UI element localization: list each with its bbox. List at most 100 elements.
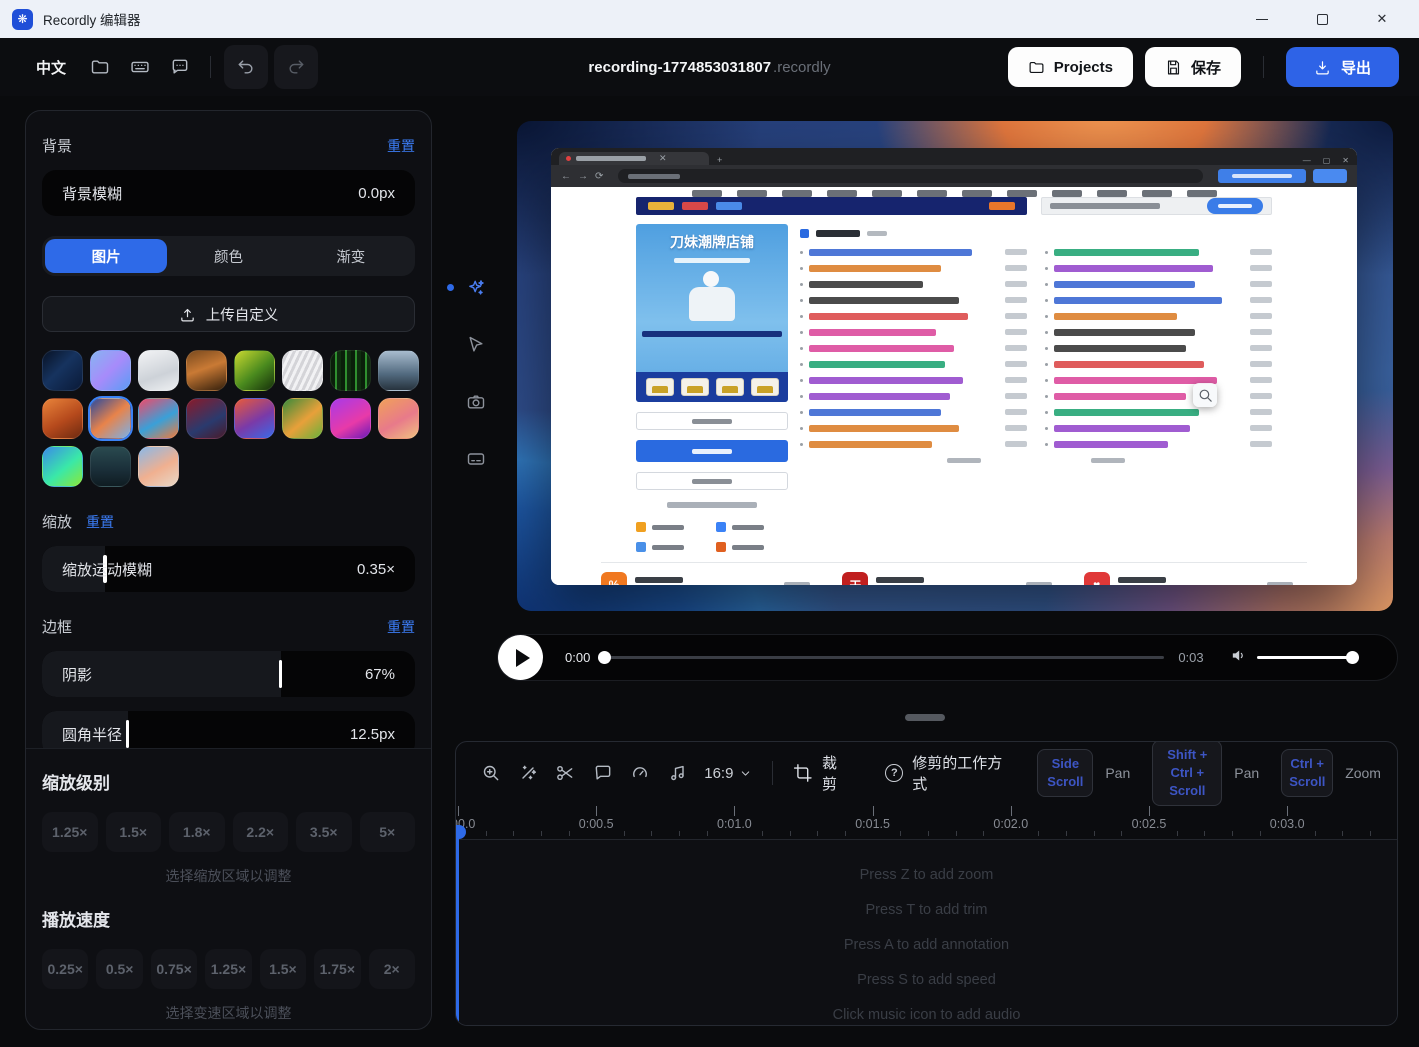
software-list-item[interactable] [1045, 376, 1272, 384]
timeline-zoom-in-icon[interactable] [472, 754, 509, 792]
software-list-item[interactable] [800, 328, 1027, 336]
background-thumbnail-14[interactable] [282, 398, 323, 439]
nav-link-placeholder[interactable] [1142, 190, 1172, 197]
background-thumbnail-11[interactable] [138, 398, 179, 439]
background-thumbnail-12[interactable] [186, 398, 227, 439]
upload-custom-button[interactable]: 上传自定义 [42, 296, 415, 332]
nav-link-placeholder[interactable] [1187, 190, 1217, 197]
tab-color[interactable]: 颜色 [167, 239, 289, 273]
cursor-tool[interactable] [464, 333, 488, 357]
software-list-item[interactable] [1045, 264, 1272, 272]
speed-0.25x[interactable]: 0.25× [42, 949, 88, 989]
zoom-reset-link[interactable]: 重置 [86, 512, 114, 532]
software-list-item[interactable] [1045, 408, 1272, 416]
zoom-level-1.8x[interactable]: 1.8× [169, 812, 225, 852]
volume-knob[interactable] [1346, 651, 1359, 664]
nav-link-placeholder[interactable] [917, 190, 947, 197]
minimize-button[interactable] [1249, 6, 1275, 32]
software-list-item[interactable] [1045, 296, 1272, 304]
software-list-item[interactable] [800, 408, 1027, 416]
background-thumbnail-6[interactable] [282, 350, 323, 391]
software-list-item[interactable] [1045, 360, 1272, 368]
background-thumbnail-19[interactable] [138, 446, 179, 487]
speed-0.5x[interactable]: 0.5× [96, 949, 142, 989]
open-folder-icon[interactable] [80, 47, 120, 87]
timeline-track[interactable]: Press Z to add zoomPress T to add trimPr… [456, 840, 1397, 1026]
background-thumbnail-10[interactable] [90, 398, 131, 439]
maximize-button[interactable] [1309, 6, 1335, 32]
nav-link-placeholder[interactable] [872, 190, 902, 197]
seek-knob[interactable] [598, 651, 611, 664]
play-button[interactable] [498, 635, 543, 680]
software-list-item[interactable] [1045, 248, 1272, 256]
tab-gradient[interactable]: 渐变 [290, 239, 412, 273]
software-list-item[interactable] [800, 424, 1027, 432]
software-list-item[interactable] [1045, 280, 1272, 288]
background-thumbnail-8[interactable] [378, 350, 419, 391]
feedback-chat-icon[interactable] [160, 47, 200, 87]
magic-wand-icon[interactable] [509, 754, 546, 792]
zoom-level-1.5x[interactable]: 1.5× [106, 812, 162, 852]
timeline-ruler[interactable]: 0:00.00:00.50:01.00:01.50:02.00:02.50:03… [456, 804, 1397, 840]
undo-button[interactable] [224, 45, 268, 89]
software-list-item[interactable] [800, 264, 1027, 272]
speed-1.25x[interactable]: 1.25× [205, 949, 251, 989]
annotation-icon[interactable] [584, 754, 621, 792]
background-thumbnail-13[interactable] [234, 398, 275, 439]
redo-button[interactable] [274, 45, 318, 89]
software-list-item[interactable] [800, 376, 1027, 384]
software-list-item[interactable] [1045, 344, 1272, 352]
background-thumbnail-16[interactable] [378, 398, 419, 439]
nav-link-placeholder[interactable] [1007, 190, 1037, 197]
software-list-item[interactable] [800, 344, 1027, 352]
software-list-item[interactable] [800, 312, 1027, 320]
border-reset-link[interactable]: 重置 [387, 617, 415, 637]
crop-button[interactable]: 裁剪 [793, 752, 851, 794]
speed-gauge-icon[interactable] [622, 754, 659, 792]
playhead[interactable] [456, 826, 459, 1023]
shadow-slider[interactable]: 阴影 67% [42, 651, 415, 697]
nav-link-placeholder[interactable] [782, 190, 812, 197]
nav-link-placeholder[interactable] [737, 190, 767, 197]
speed-2x[interactable]: 2× [369, 949, 415, 989]
keyboard-icon[interactable] [120, 47, 160, 87]
background-thumbnail-4[interactable] [186, 350, 227, 391]
software-list-item[interactable] [1045, 440, 1272, 448]
aspect-ratio-select[interactable]: 16:9 [704, 765, 752, 782]
background-thumbnail-1[interactable] [42, 350, 83, 391]
background-thumbnail-7[interactable] [330, 350, 371, 391]
nav-link-placeholder[interactable] [827, 190, 857, 197]
zoom-level-2.2x[interactable]: 2.2× [233, 812, 289, 852]
background-thumbnail-15[interactable] [330, 398, 371, 439]
software-list-item[interactable] [800, 296, 1027, 304]
background-thumbnail-3[interactable] [138, 350, 179, 391]
seek-slider[interactable] [598, 651, 1164, 664]
trim-help-button[interactable]: ? 修剪的工作方式 [885, 752, 1015, 794]
video-preview-canvas[interactable]: ✕ + — ▢ ✕ ← → ⟳ [517, 121, 1393, 611]
background-thumbnail-9[interactable] [42, 398, 83, 439]
zoom-level-3.5x[interactable]: 3.5× [296, 812, 352, 852]
background-thumbnail-17[interactable] [42, 446, 83, 487]
music-icon[interactable] [659, 754, 696, 792]
panel-drag-handle[interactable] [905, 714, 945, 721]
volume-icon[interactable] [1230, 647, 1247, 669]
speed-1.75x[interactable]: 1.75× [314, 949, 360, 989]
software-list-item[interactable] [800, 440, 1027, 448]
nav-link-placeholder[interactable] [962, 190, 992, 197]
cut-scissors-icon[interactable] [547, 754, 584, 792]
background-thumbnail-2[interactable] [90, 350, 131, 391]
background-thumbnail-18[interactable] [90, 446, 131, 487]
save-button[interactable]: 保存 [1145, 47, 1241, 87]
software-list-item[interactable] [1045, 392, 1272, 400]
background-blur-slider[interactable]: 背景模糊 0.0px [42, 170, 415, 216]
software-list-item[interactable] [800, 248, 1027, 256]
nav-link-placeholder[interactable] [1052, 190, 1082, 197]
close-button[interactable]: ✕ [1369, 6, 1395, 32]
camera-tool[interactable] [464, 390, 488, 414]
zoom-level-1.25x[interactable]: 1.25× [42, 812, 98, 852]
software-list-item[interactable] [800, 360, 1027, 368]
projects-button[interactable]: Projects [1008, 47, 1133, 87]
nav-link-placeholder[interactable] [1097, 190, 1127, 197]
volume-slider[interactable] [1257, 651, 1359, 664]
caption-tool[interactable] [464, 447, 488, 471]
